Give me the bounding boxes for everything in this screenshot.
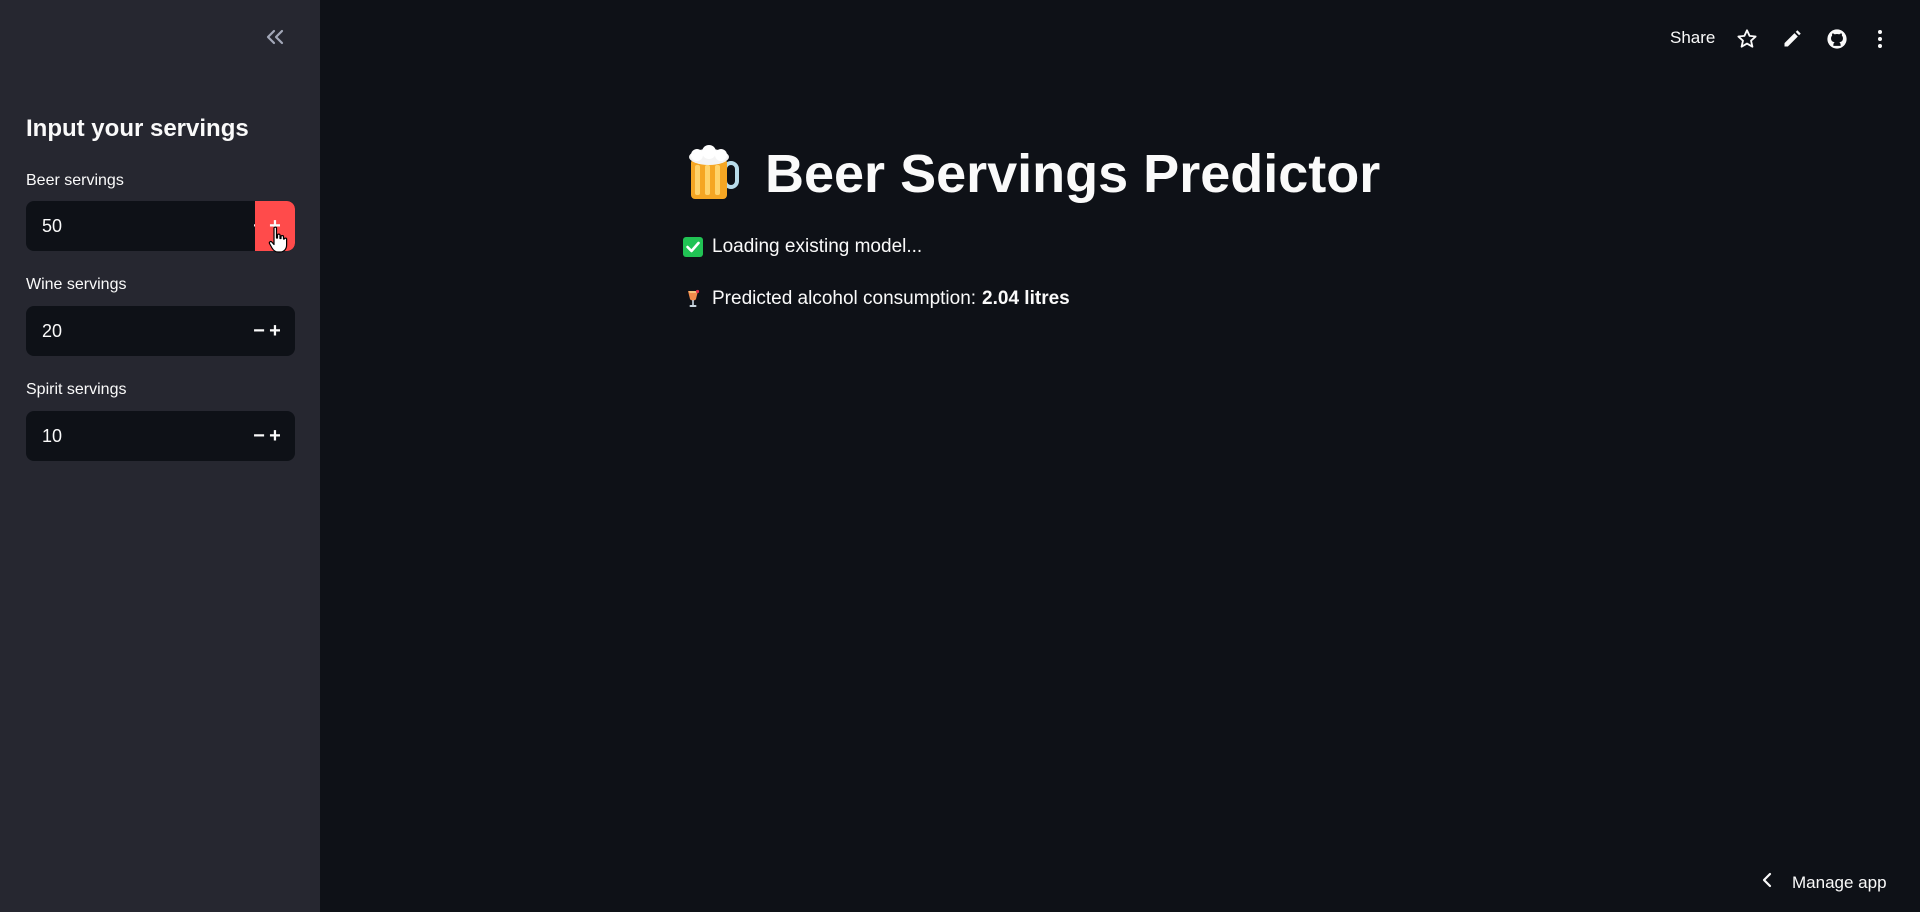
wine-servings-label: Wine servings [26, 276, 127, 293]
prediction-text: Predicted alcohol consumption: [712, 288, 977, 309]
status-text: Loading existing model... [712, 236, 923, 257]
beer-mug-icon [683, 145, 741, 203]
sidebar-title: Input your servings [26, 115, 249, 142]
beer-servings-input-group: − + [26, 201, 295, 251]
github-icon[interactable] [1824, 26, 1850, 52]
prediction-message: Predicted alcohol consumption: 2.04 litr… [683, 288, 1070, 310]
spirit-servings-label: Spirit servings [26, 381, 127, 398]
pencil-icon[interactable] [1779, 26, 1805, 52]
beer-servings-label: Beer servings [26, 172, 124, 189]
wine-servings-input-group: − + [26, 306, 295, 356]
manage-app-button[interactable]: Manage app [1762, 872, 1887, 893]
more-vertical-icon[interactable] [1867, 26, 1893, 52]
page-title: Beer Servings Predictor [683, 143, 1380, 205]
chevron-left-icon [1762, 872, 1772, 893]
status-message: Loading existing model... [683, 236, 922, 258]
hand-cursor-icon [268, 226, 288, 259]
beer-servings-input[interactable] [26, 201, 226, 251]
share-button[interactable]: Share [1670, 28, 1715, 48]
streamlit-app: Input your servings Beer servings − + Wi… [0, 0, 1920, 912]
check-box-icon [683, 237, 703, 257]
wine-servings-input[interactable] [26, 306, 226, 356]
spirit-servings-input-group: − + [26, 411, 295, 461]
prediction-value: 2.04 litres [982, 288, 1070, 309]
cocktail-icon [683, 289, 703, 309]
wine-increment-button[interactable]: + [255, 306, 295, 356]
page-title-text: Beer Servings Predictor [765, 144, 1381, 204]
double-chevron-left-icon [265, 29, 285, 50]
sidebar: Input your servings Beer servings − + Wi… [0, 0, 320, 912]
star-icon[interactable] [1734, 26, 1760, 52]
manage-app-label: Manage app [1792, 872, 1887, 892]
collapse-sidebar-button[interactable] [258, 24, 292, 54]
spirit-servings-input[interactable] [26, 411, 226, 461]
spirit-increment-button[interactable]: + [255, 411, 295, 461]
